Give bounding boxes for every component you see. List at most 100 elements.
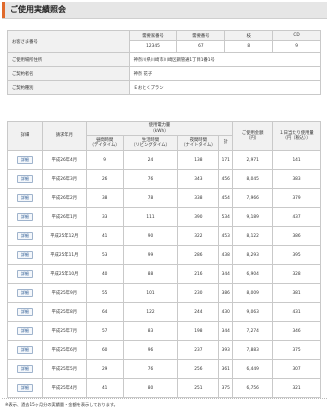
col-header-daily-line2: （円（税込）） [282, 136, 311, 141]
cell-livingtime: 80 [122, 378, 179, 398]
cell-total: 453 [218, 226, 234, 246]
cell-total: 386 [218, 283, 234, 303]
cell-daytime: 60 [85, 340, 124, 360]
cell-nighttime: 343 [177, 169, 220, 189]
cell-daytime: 29 [85, 359, 124, 379]
cell-amount: 2,971 [232, 150, 274, 170]
cell-amount: 9,189 [232, 207, 274, 227]
cell-nighttime: 138 [177, 150, 220, 170]
detail-cell: 詳細 [7, 378, 43, 398]
cell-livingtime: 78 [122, 188, 179, 208]
detail-button[interactable]: 詳細 [16, 213, 33, 221]
table-row: 詳細 平成26年4月 9 24 138 171 2,971 141 [7, 150, 321, 170]
detail-button[interactable]: 詳細 [16, 289, 33, 297]
detail-cell: 詳細 [7, 150, 43, 170]
cell-daily: 386 [272, 226, 321, 246]
cell-livingtime: 122 [122, 302, 179, 322]
sub-header-living-line2: （リビングタイム） [131, 143, 170, 148]
cell-livingtime: 96 [122, 340, 179, 360]
detail-button[interactable]: 詳細 [16, 232, 33, 240]
cell-nighttime: 322 [177, 226, 220, 246]
info-col-header: 需要番号 [176, 30, 226, 41]
sub-header-total: 計 [218, 135, 234, 151]
cell-nighttime: 198 [177, 321, 220, 341]
customer-value: 12345 [128, 40, 178, 53]
sub-header-day: 昼間時間 （デイタイム） [85, 135, 124, 151]
cell-daily: 375 [272, 340, 321, 360]
cell-daytime: 9 [85, 150, 124, 170]
cell-livingtime: 24 [122, 150, 179, 170]
customer-value: 9 [272, 40, 321, 53]
cell-daily: 307 [272, 359, 321, 379]
detail-cell: 詳細 [7, 226, 43, 246]
table-row: 詳細 平成25年11月 53 99 286 438 8,293 395 [7, 245, 321, 265]
cell-total: 438 [218, 245, 234, 265]
detail-button[interactable]: 詳細 [16, 175, 33, 183]
footer-divider [2, 398, 327, 399]
table-row: 詳細 平成25年8月 64 122 244 430 9,063 431 [7, 302, 321, 322]
cell-daily: 431 [272, 302, 321, 322]
cell-nighttime: 237 [177, 340, 220, 360]
cell-month: 平成25年11月 [41, 245, 87, 265]
info-col-header: 需要家番号 [128, 30, 178, 41]
header-bar: ご使用実績照会 [2, 2, 327, 19]
cell-amount: 7,883 [232, 340, 274, 360]
sub-header-night: 夜間時間 （ナイトタイム） [177, 135, 220, 151]
detail-button[interactable]: 詳細 [16, 384, 33, 392]
detail-button[interactable]: 詳細 [16, 251, 33, 259]
cell-livingtime: 99 [122, 245, 179, 265]
sub-header-living: 生活時間 （リビングタイム） [122, 135, 179, 151]
contractor-label: ご契約者名 [7, 66, 130, 81]
cell-livingtime: 88 [122, 264, 179, 284]
cell-amount: 8,293 [232, 245, 274, 265]
info-col-header: CD [272, 30, 321, 41]
detail-button[interactable]: 詳細 [16, 194, 33, 202]
table-row: 詳細 平成25年4月 41 80 251 375 6,756 321 [7, 378, 321, 398]
cell-daytime: 55 [85, 283, 124, 303]
cell-daily: 395 [272, 245, 321, 265]
plan-value: Ｅおとくプラン [128, 80, 322, 95]
customer-value: 67 [176, 40, 226, 53]
detail-button[interactable]: 詳細 [16, 270, 33, 278]
cell-livingtime: 83 [122, 321, 179, 341]
cell-total: 534 [218, 207, 234, 227]
cell-total: 344 [218, 321, 234, 341]
cell-nighttime: 251 [177, 378, 220, 398]
cell-nighttime: 286 [177, 245, 220, 265]
cell-amount: 9,063 [232, 302, 274, 322]
sub-header-night-line2: （ナイトタイム） [181, 143, 216, 148]
cell-total: 456 [218, 169, 234, 189]
cell-total: 375 [218, 378, 234, 398]
detail-cell: 詳細 [7, 188, 43, 208]
address-label: ご使用場所住所 [7, 52, 130, 67]
customer-value: 8 [224, 40, 274, 53]
cell-daytime: 57 [85, 321, 124, 341]
detail-cell: 詳細 [7, 264, 43, 284]
detail-button[interactable]: 詳細 [16, 327, 33, 335]
cell-livingtime: 111 [122, 207, 179, 227]
cell-total: 393 [218, 340, 234, 360]
detail-cell: 詳細 [7, 207, 43, 227]
cell-amount: 6,449 [232, 359, 274, 379]
cell-daily: 346 [272, 321, 321, 341]
col-header-amount-line2: （円） [246, 136, 260, 141]
plan-label: ご契約種別 [7, 80, 130, 95]
cell-daytime: 26 [85, 169, 124, 189]
contract-info-table: お客さま番号 需要家番号 需要番号 枝 CD 12345 67 8 9 ご使用場… [7, 30, 322, 95]
detail-button[interactable]: 詳細 [16, 346, 33, 354]
cell-amount: 6,756 [232, 378, 274, 398]
col-header-usage-unit: （kWh） [150, 128, 169, 134]
cell-daytime: 40 [85, 264, 124, 284]
detail-button[interactable]: 詳細 [16, 365, 33, 373]
table-row: 詳細 平成25年5月 29 76 256 361 6,449 307 [7, 359, 321, 379]
detail-button[interactable]: 詳細 [16, 156, 33, 164]
detail-cell: 詳細 [7, 283, 43, 303]
cell-daytime: 41 [85, 378, 124, 398]
table-row: 詳細 平成26年2月 38 78 338 454 7,966 379 [7, 188, 321, 208]
cell-month: 平成25年9月 [41, 283, 87, 303]
cell-month: 平成25年10月 [41, 264, 87, 284]
cell-amount: 8,009 [232, 283, 274, 303]
detail-button[interactable]: 詳細 [16, 308, 33, 316]
cell-month: 平成26年4月 [41, 150, 87, 170]
usage-table: 詳細 請求年月 使用電力量 （kWh） ご使用金額 （円） １日当たり使用量 （… [7, 121, 321, 398]
